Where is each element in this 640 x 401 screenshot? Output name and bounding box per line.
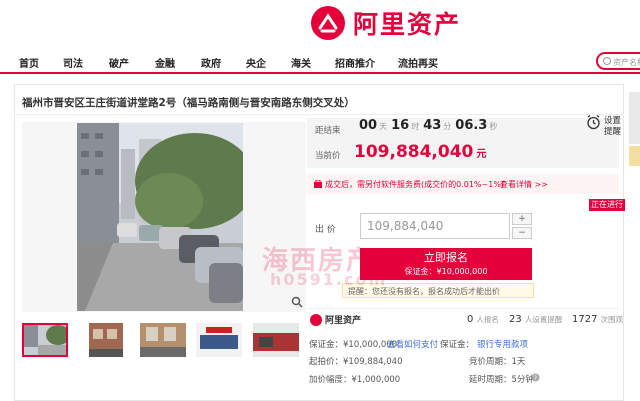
search-icon bbox=[603, 57, 611, 65]
thumbnail-3[interactable] bbox=[140, 323, 186, 357]
reminder-label: 设置提醒 bbox=[604, 116, 622, 137]
view-count-value: 1727 bbox=[572, 314, 598, 325]
signup-tip-text: 提醒：您还没有报名，报名成功后才能出价 bbox=[348, 287, 500, 296]
reminder-count: 23 人设置提醒 bbox=[509, 314, 562, 325]
bid-increase-button[interactable]: + bbox=[512, 213, 532, 225]
bid-amount-input[interactable]: 109,884,040 bbox=[360, 213, 510, 239]
price-label: 当前价 bbox=[315, 151, 341, 161]
countdown-minutes: 43 bbox=[423, 118, 442, 133]
countdown-hours: 16 bbox=[391, 118, 410, 133]
auction-cycle: 竞价周期：1天 bbox=[469, 357, 526, 367]
right-sidebar-stub bbox=[629, 92, 640, 166]
signup-count: 0 人报名 bbox=[467, 314, 499, 325]
countdown-seconds: 06.3 bbox=[455, 118, 488, 133]
brand-logo[interactable]: 阿里资产 bbox=[311, 5, 461, 41]
svg-text:?: ? bbox=[534, 375, 537, 382]
bid-label: 出 价 bbox=[315, 225, 336, 235]
extension-period: 延时周期：5分钟 bbox=[469, 375, 534, 385]
signup-deposit: 保证金：¥10,000,000 bbox=[404, 267, 488, 276]
service-fee-notice: 成交后，需另付软件服务费(成交价的0.01%~1%) 查看详情 >> bbox=[307, 174, 619, 194]
reminder-count-label: 人设置提醒 bbox=[524, 315, 563, 324]
set-reminder-button[interactable]: 设置提醒 bbox=[586, 114, 626, 137]
nav-finance[interactable]: 金融 bbox=[155, 55, 175, 70]
signup-label: 立即报名 bbox=[424, 251, 468, 264]
search-input[interactable]: 资产名称 bbox=[596, 52, 640, 70]
platform-name: 阿里资产 bbox=[325, 316, 362, 326]
price-unit: 元 bbox=[476, 149, 487, 160]
nav-soe[interactable]: 央企 bbox=[246, 55, 266, 70]
how-to-pay-link[interactable]: 查看如何支付 bbox=[387, 338, 438, 350]
signup-button[interactable]: 立即报名 保证金：¥10,000,000 bbox=[360, 248, 532, 280]
countdown-timer: 00 天 16 时 43 分 06.3 秒 bbox=[359, 118, 501, 138]
deposit-info: 保证金：¥10,000,000 bbox=[309, 340, 398, 350]
countdown-days: 00 bbox=[359, 118, 378, 133]
notice-icon bbox=[314, 180, 322, 188]
countdown-label: 距结束 bbox=[315, 126, 341, 136]
notice-text: 成交后，需另付软件服务费(成交价的0.01%~1%) bbox=[325, 180, 505, 189]
platform-badge: 阿里资产 bbox=[310, 313, 361, 326]
summary-divider bbox=[307, 308, 619, 309]
search-placeholder: 资产名称 bbox=[613, 58, 640, 67]
bid-stepper: + − bbox=[512, 213, 532, 239]
top-header: 阿里资产 bbox=[0, 0, 640, 48]
nav-bankruptcy[interactable]: 破产 bbox=[109, 55, 129, 70]
reminder-count-value: 23 bbox=[509, 314, 522, 325]
thumbnail-4[interactable] bbox=[196, 323, 242, 357]
view-count: 1727 次围观 bbox=[572, 314, 623, 325]
right-sidebar-badge bbox=[629, 146, 640, 166]
zoom-icon[interactable] bbox=[291, 296, 303, 308]
title-divider bbox=[15, 114, 624, 115]
nav-judicial[interactable]: 司法 bbox=[63, 55, 83, 70]
bid-increment: 加价幅度：¥1,000,000 bbox=[309, 375, 401, 385]
right-sidebar-image bbox=[629, 92, 640, 144]
thumbnail-2[interactable] bbox=[89, 323, 135, 357]
view-count-label: 次围观 bbox=[600, 315, 623, 324]
countdown-days-unit: 天 bbox=[379, 122, 388, 131]
listing-title: 福州市晋安区王庄街道讲堂路2号（福马路南侧与晋安南路东侧交叉处） bbox=[22, 97, 355, 109]
ali-asset-small-logo-icon bbox=[310, 313, 322, 326]
signup-tip: 提醒：您还没有报名，报名成功后才能出价 bbox=[342, 283, 534, 298]
nav-home[interactable]: 首页 bbox=[19, 55, 39, 70]
start-price: 起拍价：¥109,884,040 bbox=[309, 357, 403, 367]
signup-count-label: 人报名 bbox=[476, 315, 499, 324]
payment-method-label: 保证金： bbox=[440, 340, 475, 350]
payment-method-value[interactable]: 银行专用款项 bbox=[477, 338, 528, 350]
notice-details-link[interactable]: 查看详情 >> bbox=[500, 179, 548, 190]
nav-investment[interactable]: 招商推介 bbox=[335, 55, 375, 70]
current-price-value: 109,884,040 bbox=[354, 142, 474, 162]
brand-name: 阿里资产 bbox=[353, 10, 462, 39]
thumbnail-5[interactable] bbox=[253, 323, 299, 357]
help-icon[interactable]: ? bbox=[531, 373, 540, 382]
countdown-minutes-unit: 分 bbox=[443, 122, 452, 131]
bid-decrease-button[interactable]: − bbox=[512, 227, 532, 239]
alarm-clock-icon bbox=[587, 114, 600, 130]
status-badge: 正在进行 bbox=[589, 199, 625, 211]
countdown-seconds-unit: 秒 bbox=[489, 122, 498, 131]
signup-count-value: 0 bbox=[467, 314, 474, 325]
thumbnail-1[interactable] bbox=[22, 323, 68, 357]
main-photo[interactable] bbox=[77, 123, 243, 311]
nav-government[interactable]: 政府 bbox=[201, 55, 221, 70]
nav-relist[interactable]: 流拍再买 bbox=[398, 55, 438, 70]
current-price: 109,884,040 元 bbox=[354, 142, 486, 162]
main-nav: 首页 司法 破产 金融 政府 央企 海关 招商推介 流拍再买 bbox=[0, 48, 640, 74]
ali-asset-logo-icon bbox=[311, 6, 345, 40]
countdown-hours-unit: 时 bbox=[411, 122, 420, 131]
nav-customs[interactable]: 海关 bbox=[291, 55, 311, 70]
